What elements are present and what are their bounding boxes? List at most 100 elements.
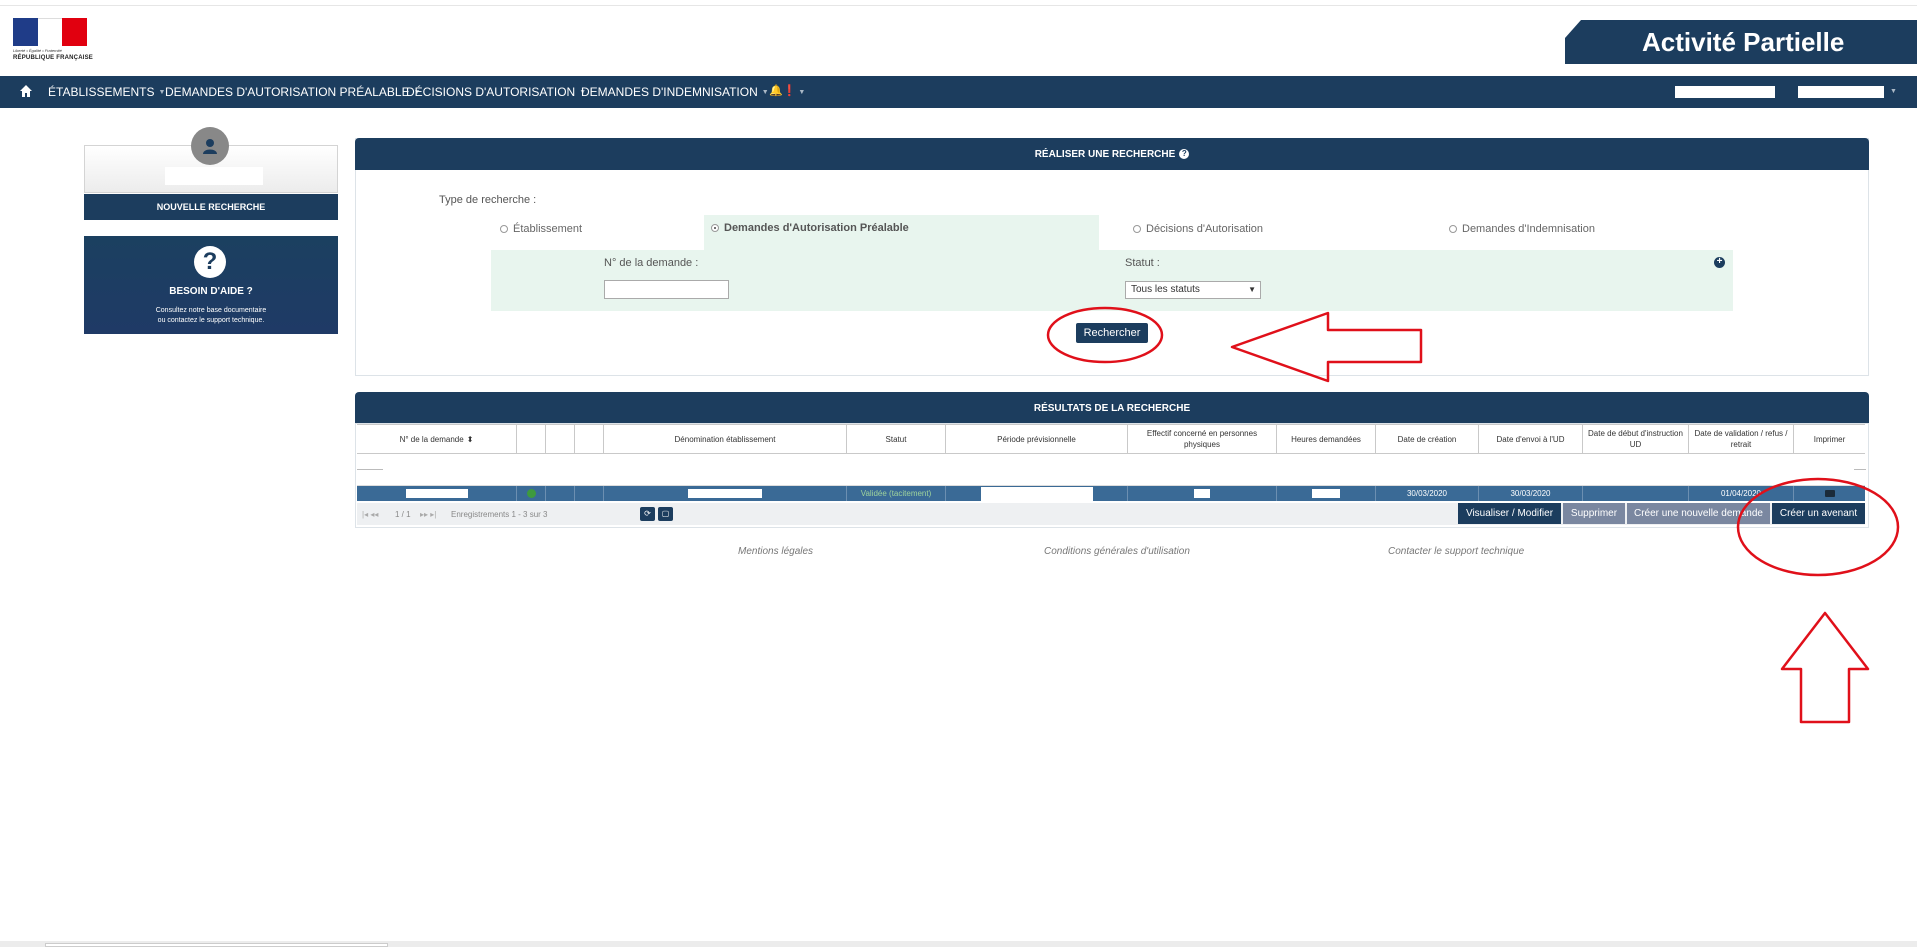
radio-icon <box>1449 225 1457 233</box>
col-date-debut-instruction[interactable]: Date de début d'instruction UD <box>1582 424 1688 454</box>
status-ok-icon <box>526 489 536 498</box>
question-icon: ? <box>194 246 226 278</box>
help-text: Consultez notre base documentaire ou con… <box>155 307 267 324</box>
add-criteria-icon[interactable]: + <box>1714 257 1725 268</box>
marianne-flag-icon <box>13 18 87 46</box>
home-icon[interactable] <box>19 84 33 98</box>
redacted-value <box>1312 489 1340 498</box>
cell-date-creation: 30/03/2020 <box>1375 486 1478 501</box>
radio-icon <box>1133 225 1141 233</box>
cell-statut: Validée (tacitement) <box>846 486 945 501</box>
cell-empty <box>574 486 603 501</box>
status-label: Statut : <box>1125 257 1160 269</box>
logo-country: RÉPUBLIQUE FRANÇAISE <box>13 55 94 61</box>
radio-demandes-autorisation[interactable]: Demandes d'Autorisation Préalable <box>711 222 909 234</box>
footer-contact-link[interactable]: Contacter le support technique <box>1388 546 1524 557</box>
col-denomination[interactable]: Dénomination établissement <box>603 424 846 454</box>
delete-button[interactable]: Supprimer <box>1563 503 1625 524</box>
col-periode[interactable]: Période prévisionnelle <box>945 424 1127 454</box>
cell-date-envoi: 30/03/2020 <box>1478 486 1582 501</box>
user-menu-redacted[interactable] <box>1798 86 1884 98</box>
col-imprimer[interactable]: Imprimer <box>1793 424 1865 454</box>
chevron-down-icon: ▼ <box>796 89 806 96</box>
avatar <box>191 127 229 165</box>
radio-demandes-indemnisation[interactable]: Demandes d'Indemnisation <box>1449 223 1595 235</box>
col-heures[interactable]: Heures demandées <box>1276 424 1375 454</box>
col-blank-3 <box>574 424 603 454</box>
search-type-label: Type de recherche : <box>439 194 537 206</box>
radio-etablissement[interactable]: Établissement <box>500 223 582 235</box>
col-numero-demande[interactable]: N° de la demande ⬍ <box>357 424 516 454</box>
pager-records: Enregistrements 1 - 3 sur 3 <box>451 510 548 519</box>
pager-nav-icons[interactable]: |◂ ◂◂ <box>362 510 378 519</box>
new-search-button[interactable]: NOUVELLE RECHERCHE <box>84 194 338 220</box>
search-panel-header: RÉALISER UNE RECHERCHE? <box>355 138 1869 170</box>
footer-terms-link[interactable]: Conditions générales d'utilisation <box>1044 546 1190 557</box>
results-panel-header: RÉSULTATS DE LA RECHERCHE <box>355 392 1869 424</box>
republique-francaise-logo[interactable]: Liberté • Égalité • Fraternité RÉPUBLIQU… <box>13 18 94 64</box>
nav-etablissements[interactable]: ÉTABLISSEMENTS ▼ <box>48 85 165 99</box>
redacted-value <box>405 489 468 498</box>
help-title: BESOIN D'AIDE ? <box>169 286 253 297</box>
redacted-value <box>980 486 1093 501</box>
cell-periode <box>945 486 1127 501</box>
divider <box>357 469 383 470</box>
main-navbar: ÉTABLISSEMENTS ▼ DEMANDES D'AUTORISATION … <box>0 76 1917 108</box>
request-number-input[interactable] <box>604 280 729 299</box>
pager-next-icons[interactable]: ▸▸ ▸| <box>420 510 436 519</box>
export-document-icon[interactable]: ▢ <box>658 507 673 521</box>
cell-effectif <box>1127 486 1276 501</box>
user-icon <box>203 139 217 154</box>
search-button[interactable]: Rechercher <box>1076 323 1148 343</box>
refresh-icon[interactable]: ⟳ <box>640 507 655 521</box>
help-box[interactable]: ? BESOIN D'AIDE ? Consultez notre base d… <box>84 236 338 334</box>
statusbar-field <box>45 943 388 947</box>
chevron-down-icon[interactable]: ▼ <box>1890 88 1897 95</box>
col-blank-1 <box>516 424 545 454</box>
top-divider <box>0 5 1917 6</box>
annotation-red-up-arrow <box>1780 611 1870 724</box>
create-amendment-button[interactable]: Créer un avenant <box>1772 503 1865 524</box>
user-info-redacted[interactable] <box>1675 86 1775 98</box>
col-date-creation[interactable]: Date de création <box>1375 424 1478 454</box>
logo-motto: Liberté • Égalité • Fraternité <box>13 48 62 53</box>
cell-empty <box>545 486 574 501</box>
radio-icon <box>500 225 508 233</box>
col-blank-2 <box>545 424 574 454</box>
col-effectif[interactable]: Effectif concerné en personnes physiques <box>1127 424 1276 454</box>
redacted-value <box>1194 489 1210 498</box>
radio-selected-icon <box>711 224 719 232</box>
new-request-button[interactable]: Créer une nouvelle demande <box>1627 503 1770 524</box>
cell-imprimer <box>1793 486 1865 501</box>
cell-numero <box>357 486 516 501</box>
printer-icon[interactable] <box>1824 490 1835 497</box>
help-question-icon[interactable]: ? <box>1179 149 1190 159</box>
col-date-envoi[interactable]: Date d'envoi à l'UD <box>1478 424 1582 454</box>
status-select[interactable]: Tous les statuts ▼ <box>1125 281 1261 299</box>
chevron-down-icon: ▼ <box>761 89 769 97</box>
alerts-menu[interactable]: 🔔❗ ▼ <box>769 84 805 97</box>
redacted-value <box>688 489 762 498</box>
cell-date-validation: 01/04/2020 <box>1688 486 1793 501</box>
bell-alert-icon: 🔔❗ <box>769 85 797 97</box>
sort-icon[interactable]: ⬍ <box>467 434 474 445</box>
table-filter-row <box>357 454 1865 486</box>
nav-demandes-autorisation[interactable]: DEMANDES D'AUTORISATION PRÉALABLE ▼ <box>165 85 421 99</box>
nav-demandes-indemnisation[interactable]: DEMANDES D'INDEMNISATION ▼ <box>581 85 769 99</box>
footer-legal-link[interactable]: Mentions légales <box>738 546 813 557</box>
cell-date-debut <box>1582 486 1688 501</box>
nav-decisions-autorisation[interactable]: DÉCISIONS D'AUTORISATION ▼ <box>406 85 586 99</box>
col-statut[interactable]: Statut <box>846 424 945 454</box>
divider <box>1854 469 1866 470</box>
cell-status-icon <box>516 486 545 501</box>
app-title: Activité Partielle <box>1565 20 1917 64</box>
request-number-label: N° de la demande : <box>604 257 699 269</box>
col-date-validation[interactable]: Date de validation / refus / retrait <box>1688 424 1793 454</box>
cell-heures <box>1276 486 1375 501</box>
cell-denomination <box>603 486 846 501</box>
radio-decisions-autorisation[interactable]: Décisions d'Autorisation <box>1133 223 1263 235</box>
user-name-redacted <box>165 167 263 185</box>
chevron-down-icon: ▼ <box>1248 285 1256 294</box>
view-edit-button[interactable]: Visualiser / Modifier <box>1458 503 1561 524</box>
pager-page: 1 / 1 <box>395 510 411 519</box>
